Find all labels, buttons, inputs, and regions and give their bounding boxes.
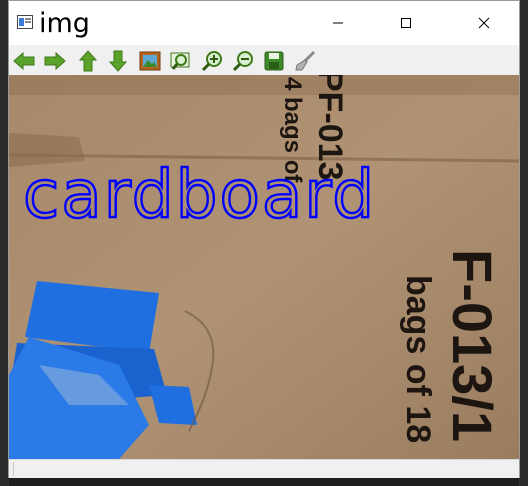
status-text xyxy=(13,462,18,476)
minimize-icon xyxy=(333,22,343,24)
down-button[interactable] xyxy=(105,48,131,74)
image-button[interactable] xyxy=(137,48,163,74)
properties-button[interactable] xyxy=(292,48,318,74)
image-window: img 4 bags of PF-013 bags of 18 F-013/1 … xyxy=(8,0,520,478)
title-bar[interactable]: img xyxy=(9,1,519,45)
zoom-fit-icon xyxy=(170,52,190,70)
arrow-left-icon xyxy=(13,52,35,70)
save-button[interactable] xyxy=(261,48,287,74)
toolbar xyxy=(9,45,519,75)
forward-button[interactable] xyxy=(42,48,68,74)
window-title: img xyxy=(39,8,90,39)
status-bar xyxy=(9,459,519,478)
box-top-shadow xyxy=(9,75,519,95)
maximize-button[interactable] xyxy=(383,1,429,45)
box-text-bottom-1: bags of 18 xyxy=(399,275,437,443)
up-button[interactable] xyxy=(75,48,101,74)
zoom-fit-button[interactable] xyxy=(168,48,194,74)
background-editor-right xyxy=(519,0,528,486)
zoom-in-button[interactable] xyxy=(199,48,225,74)
minimize-button[interactable] xyxy=(315,1,361,45)
close-icon xyxy=(478,17,490,29)
maximize-icon xyxy=(401,18,411,28)
zoom-out-button[interactable] xyxy=(230,48,256,74)
image-icon xyxy=(139,51,161,71)
zoom-out-icon xyxy=(232,51,253,72)
arrow-right-icon xyxy=(44,52,66,70)
arrow-up-icon xyxy=(79,50,97,72)
brush-icon xyxy=(295,50,316,71)
close-button[interactable] xyxy=(461,1,507,45)
back-button[interactable] xyxy=(11,48,37,74)
app-icon xyxy=(17,15,33,29)
arrow-down-icon xyxy=(109,50,127,72)
cardboard-photo: 4 bags of PF-013 bags of 18 F-013/1 card… xyxy=(9,75,519,459)
image-canvas[interactable]: 4 bags of PF-013 bags of 18 F-013/1 card… xyxy=(9,75,519,459)
save-icon xyxy=(264,51,284,71)
box-text-bottom-2: F-013/1 xyxy=(441,249,504,442)
detection-label: cardboard xyxy=(23,156,376,233)
zoom-in-icon xyxy=(201,51,222,72)
box-print-bottom: bags of 18 F-013/1 xyxy=(399,249,504,443)
